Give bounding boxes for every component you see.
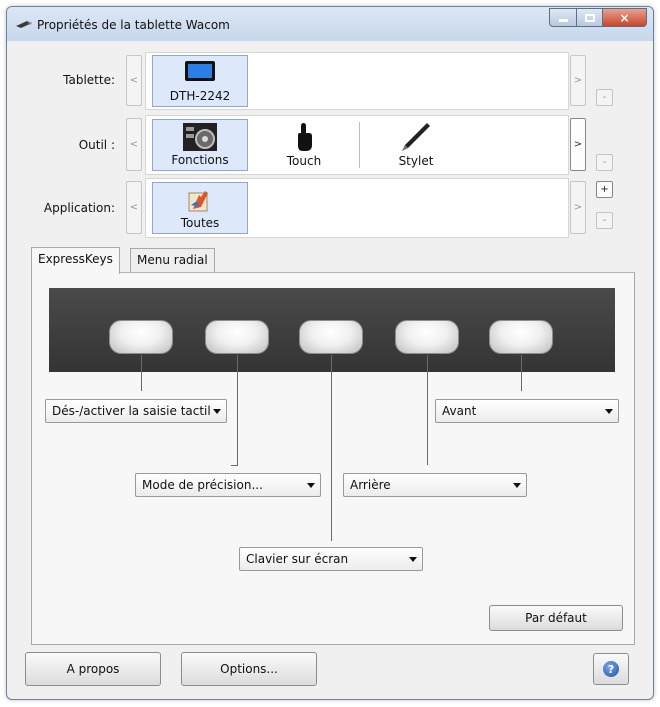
application-row-label: Application: [43,201,115,215]
dropdown-arrow-icon [307,483,315,488]
touch-hand-icon [298,123,312,151]
expresskey-1-dropdown[interactable]: Dés-/activer la saisie tactil [45,399,227,423]
expresskey-4[interactable] [395,320,459,354]
tool-item-label: Touch [286,154,322,168]
tablet-item-label: DTH-2242 [169,89,231,103]
dropdown-value: Clavier sur écran [246,552,349,566]
chevron-left-icon: < [129,202,139,213]
wacom-pen-icon [16,21,32,28]
about-button-label: A propos [66,662,120,676]
tool-row-label: Outil : [78,138,115,152]
tool-divider [359,122,360,168]
tablet-item-dth-2242[interactable]: DTH-2242 [152,55,248,107]
expresskey-4-dropdown[interactable]: Arrière [343,473,527,497]
application-add-button[interactable]: + [596,181,613,198]
window-title: Propriétés de la tablette Wacom [37,18,230,32]
expresskey-3[interactable] [299,320,363,354]
chevron-right-icon: > [573,202,583,213]
expresskey-2-dropdown[interactable]: Mode de précision... [135,473,321,497]
dropdown-value: Dés-/activer la saisie tactil [52,404,211,418]
tablet-row-label: Tablette: [63,73,115,87]
tablet-scroll-left-button[interactable]: < [126,55,142,106]
about-button[interactable]: A propos [25,652,161,686]
leader-line-key-3 [331,355,332,541]
tool-scroll-right-button[interactable]: > [570,118,586,171]
chevron-right-icon: > [573,139,583,150]
tool-strip: Fonctions Touch Stylet [145,115,569,175]
expresskey-1[interactable] [109,320,173,354]
dropdown-value: Avant [442,404,477,418]
application-item-toutes[interactable]: Toutes [152,182,248,234]
application-remove-button[interactable]: - [596,212,613,229]
tab-menu-radial[interactable]: Menu radial [130,248,215,272]
tool-item-stylet[interactable]: Stylet [368,119,464,171]
tool-item-label: Fonctions [171,153,229,167]
tool-item-fonctions[interactable]: Fonctions [152,119,248,171]
expresskey-5-dropdown[interactable]: Avant [435,399,619,423]
minus-icon: - [602,92,607,103]
tablet-expresskeys-panel [49,288,615,372]
leader-line-key-2 [237,355,238,465]
options-button[interactable]: Options... [181,652,317,686]
leader-line-key-4 [427,355,428,465]
tool-scroll-left-button[interactable]: < [126,118,142,171]
chevron-right-icon: > [573,75,583,86]
dropdown-value: Arrière [350,478,391,492]
dropdown-arrow-icon [409,557,417,562]
leader-line-key-1 [141,355,142,391]
leader-line-key-2-end [231,465,238,466]
application-scroll-right-button[interactable]: > [570,181,586,234]
close-button[interactable]: × [602,8,647,27]
functions-icon [183,123,217,151]
maximize-button[interactable] [576,8,602,27]
close-icon: × [619,10,630,25]
tool-item-touch[interactable]: Touch [256,119,352,171]
minimize-button[interactable] [549,8,576,27]
tablet-display-icon [185,61,215,81]
tablet-remove-button[interactable]: - [596,89,613,106]
expresskey-3-dropdown[interactable]: Clavier sur écran [239,547,423,571]
tool-remove-button[interactable]: - [596,154,613,171]
expresskey-2[interactable] [205,320,269,354]
tab-expresskeys[interactable]: ExpressKeys [31,247,120,274]
chevron-left-icon: < [129,139,139,150]
tab-label: Menu radial [137,253,208,267]
dropdown-arrow-icon [213,409,221,414]
plus-icon: + [600,184,609,195]
window-controls: × [549,8,647,27]
minimize-icon [558,19,568,22]
dropdown-value: Mode de précision... [142,478,263,492]
expresskey-5[interactable] [489,320,553,354]
dropdown-arrow-icon [605,409,613,414]
default-button[interactable]: Par défaut [489,605,623,631]
tool-item-label: Stylet [398,154,434,168]
title-bar: Propriétés de la tablette Wacom × [7,7,653,41]
application-scroll-left-button[interactable]: < [126,181,142,234]
application-item-label: Toutes [180,216,220,230]
options-button-label: Options... [220,662,278,676]
help-button[interactable]: ? [593,653,629,685]
stylus-pen-icon [402,123,430,151]
tab-label: ExpressKeys [38,252,113,266]
tablet-scroll-right-button[interactable]: > [570,55,586,106]
chevron-left-icon: < [129,75,139,86]
maximize-icon [584,13,595,22]
minus-icon: - [602,157,607,168]
help-icon: ? [603,661,619,677]
tablet-strip: DTH-2242 [145,52,569,110]
default-button-label: Par défaut [525,611,587,625]
leader-line-key-5 [521,355,522,391]
all-applications-icon [188,191,208,212]
dropdown-arrow-icon [513,483,521,488]
properties-window: Propriétés de la tablette Wacom × Tablet… [6,6,654,700]
application-strip: Toutes [145,178,569,238]
minus-icon: - [602,215,607,226]
